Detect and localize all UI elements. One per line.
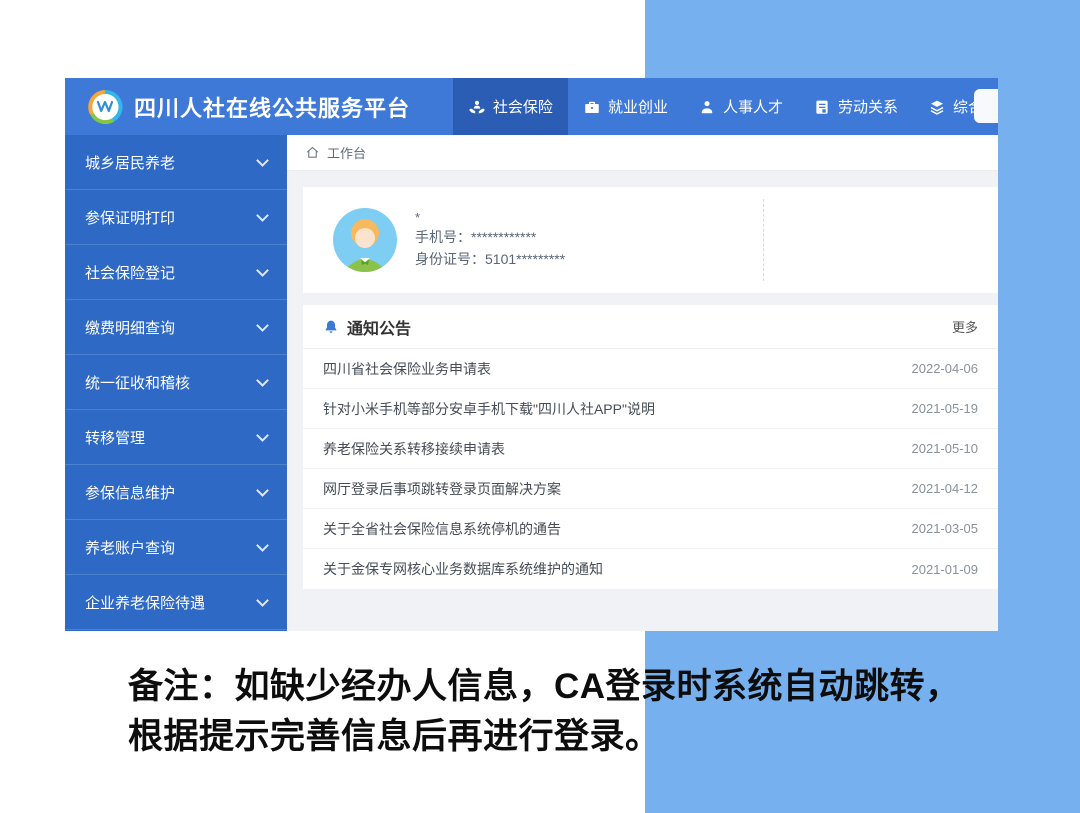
person-icon — [698, 98, 716, 116]
chevron-down-icon — [256, 484, 269, 497]
platform-title: 四川人社在线公共服务平台 — [134, 91, 410, 123]
notice-row[interactable]: 关于全省社会保险信息系统停机的通告 2021-03-05 — [303, 509, 998, 549]
nav-item-labor-relations[interactable]: 劳动关系 — [798, 78, 913, 135]
sidebar-item-transfer-management[interactable]: 转移管理 — [65, 410, 287, 465]
home-icon — [305, 145, 320, 160]
chevron-down-icon — [256, 319, 269, 332]
notice-item-date: 2021-03-05 — [912, 521, 979, 536]
user-info: * 手机号：************ 身份证号：5101********* — [415, 210, 565, 271]
page-canvas: 四川人社在线公共服务平台 社会保险 — [0, 0, 1080, 813]
bell-icon — [323, 319, 339, 335]
brand: 四川人社在线公共服务平台 — [65, 78, 453, 135]
chevron-down-icon — [256, 264, 269, 277]
sidebar-item-label: 城乡居民养老 — [85, 152, 175, 173]
notice-item-date: 2021-01-09 — [912, 562, 979, 577]
breadcrumb[interactable]: 工作台 — [287, 135, 998, 171]
annotation-note: 备注：如缺少经办人信息，CA登录时系统自动跳转， 根据提示完善信息后再进行登录。 — [128, 662, 961, 763]
sidebar-item-urban-rural-pension[interactable]: 城乡居民养老 — [65, 135, 287, 190]
content-area: * 手机号：************ 身份证号：5101********* — [287, 171, 998, 631]
chevron-down-icon — [256, 154, 269, 167]
sidebar-item-pension-account-query[interactable]: 养老账户查询 — [65, 520, 287, 575]
sidebar-item-insurance-cert-print[interactable]: 参保证明打印 — [65, 190, 287, 245]
annotation-line-1: 备注：如缺少经办人信息，CA登录时系统自动跳转， — [128, 662, 961, 712]
notice-item-title: 养老保险关系转移接续申请表 — [323, 439, 505, 459]
briefcase-icon — [583, 98, 601, 116]
notice-item-title: 网厅登录后事项跳转登录页面解决方案 — [323, 479, 561, 499]
document-icon — [813, 98, 831, 116]
notice-row[interactable]: 关于金保专网核心业务数据库系统维护的通知 2021-01-09 — [303, 549, 998, 589]
notice-item-date: 2021-04-12 — [912, 481, 979, 496]
sichuan-hr-logo-icon — [87, 89, 123, 125]
user-phone-row: 手机号：************ — [415, 227, 565, 249]
nav-label: 就业创业 — [608, 96, 668, 117]
sidebar-item-label: 养老账户查询 — [85, 537, 175, 558]
sidebar-item-insurance-info-maintain[interactable]: 参保信息维护 — [65, 465, 287, 520]
sidebar-item-social-insurance-register[interactable]: 社会保险登记 — [65, 245, 287, 300]
notice-more-link[interactable]: 更多 — [952, 317, 978, 336]
main-content: 工作台 — [287, 135, 998, 631]
app-window: 四川人社在线公共服务平台 社会保险 — [65, 78, 998, 631]
sidebar-item-label: 缴费明细查询 — [85, 317, 175, 338]
phone-label: 手机号： — [415, 229, 471, 245]
id-value: 5101********* — [485, 251, 565, 267]
notice-header: 通知公告 更多 — [303, 305, 998, 349]
notice-item-date: 2022-04-06 — [912, 361, 979, 376]
notice-row[interactable]: 网厅登录后事项跳转登录页面解决方案 2021-04-12 — [303, 469, 998, 509]
user-name: * — [415, 210, 565, 226]
nav-label: 劳动关系 — [838, 96, 898, 117]
chevron-down-icon — [256, 594, 269, 607]
sidebar-item-payment-detail-query[interactable]: 缴费明细查询 — [65, 300, 287, 355]
sidebar-item-label: 参保证明打印 — [85, 207, 175, 228]
notice-title: 通知公告 — [347, 315, 411, 339]
chevron-down-icon — [256, 209, 269, 222]
notice-item-date: 2021-05-19 — [912, 401, 979, 416]
layers-icon — [928, 98, 946, 116]
notice-panel: 通知公告 更多 四川省社会保险业务申请表 2022-04-06 针对小米手机等部… — [303, 305, 998, 589]
sidebar-item-label: 参保信息维护 — [85, 482, 175, 503]
sidebar-item-unified-collection-audit[interactable]: 统一征收和稽核 — [65, 355, 287, 410]
chevron-down-icon — [256, 374, 269, 387]
nav-item-employment[interactable]: 就业创业 — [568, 78, 683, 135]
sidebar-item-label: 社会保险登记 — [85, 262, 175, 283]
id-label: 身份证号： — [415, 251, 485, 267]
notice-row[interactable]: 针对小米手机等部分安卓手机下载"四川人社APP"说明 2021-05-19 — [303, 389, 998, 429]
cartoon-avatar-icon — [333, 208, 397, 272]
nav-label: 人事人才 — [723, 96, 783, 117]
sidebar-item-enterprise-pension-benefits[interactable]: 企业养老保险待遇 — [65, 575, 287, 630]
notice-row[interactable]: 养老保险关系转移接续申请表 2021-05-10 — [303, 429, 998, 469]
notice-item-title: 关于金保专网核心业务数据库系统维护的通知 — [323, 559, 603, 579]
chevron-down-icon — [256, 429, 269, 442]
sidebar-menu: 城乡居民养老 参保证明打印 社会保险登记 缴费明细查询 统一征收和稽核 — [65, 135, 287, 631]
chevron-down-icon — [256, 539, 269, 552]
user-id-row: 身份证号：5101********* — [415, 249, 565, 271]
phone-value: ************ — [471, 229, 536, 245]
breadcrumb-label: 工作台 — [327, 143, 366, 162]
notice-row[interactable]: 四川省社会保险业务申请表 2022-04-06 — [303, 349, 998, 389]
nav-item-hr-talent[interactable]: 人事人才 — [683, 78, 798, 135]
notice-item-title: 四川省社会保险业务申请表 — [323, 359, 491, 379]
partial-login-button[interactable] — [974, 89, 998, 123]
notice-item-title: 针对小米手机等部分安卓手机下载"四川人社APP"说明 — [323, 399, 655, 419]
notice-item-title: 关于全省社会保险信息系统停机的通告 — [323, 519, 561, 539]
nav-label: 社会保险 — [493, 96, 553, 117]
app-header: 四川人社在线公共服务平台 社会保险 — [65, 78, 998, 135]
top-nav: 社会保险 就业创业 人事人才 — [453, 78, 998, 135]
social-insurance-icon — [468, 98, 486, 116]
sidebar-item-label: 企业养老保险待遇 — [85, 592, 205, 613]
user-card: * 手机号：************ 身份证号：5101********* — [303, 187, 998, 293]
card-divider — [763, 199, 764, 281]
annotation-line-2: 根据提示完善信息后再进行登录。 — [128, 712, 961, 762]
app-body: 城乡居民养老 参保证明打印 社会保险登记 缴费明细查询 统一征收和稽核 — [65, 135, 998, 631]
nav-item-social-insurance[interactable]: 社会保险 — [453, 78, 568, 135]
sidebar-item-label: 统一征收和稽核 — [85, 372, 190, 393]
notice-item-date: 2021-05-10 — [912, 441, 979, 456]
sidebar-item-label: 转移管理 — [85, 427, 145, 448]
